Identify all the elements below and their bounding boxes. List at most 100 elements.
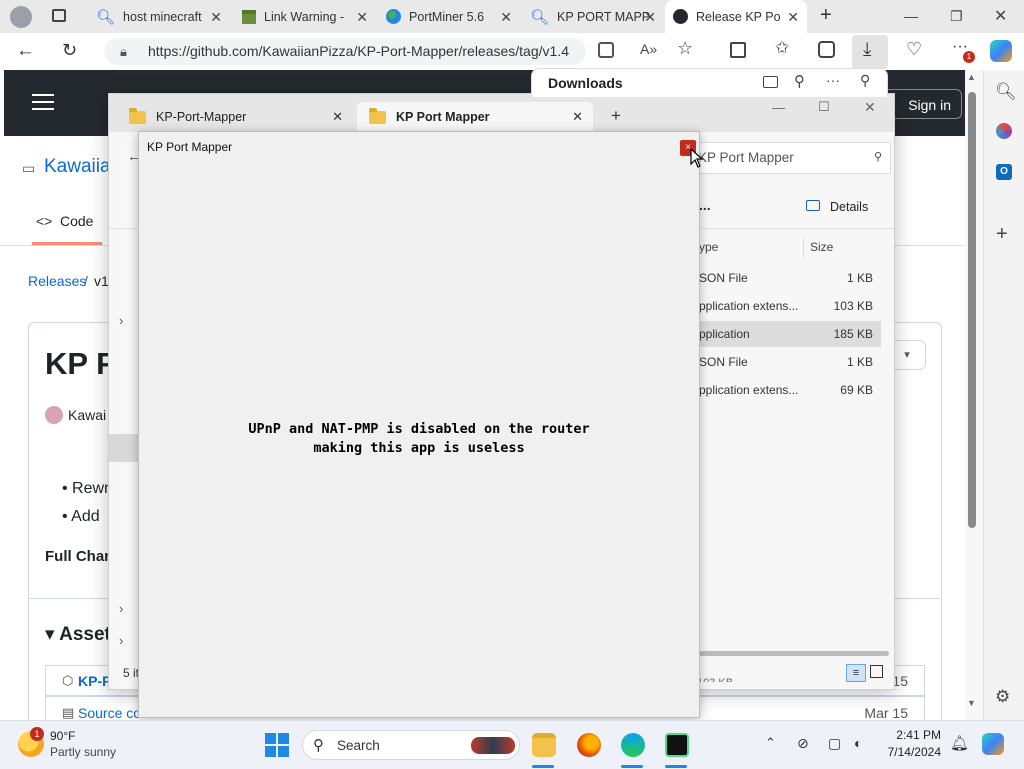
horizontal-scrollbar[interactable]	[699, 651, 889, 656]
window-close-button[interactable]: ✕	[994, 6, 1007, 26]
browser-essentials-icon[interactable]: ♡	[906, 39, 922, 60]
sidebar-add-icon[interactable]: +	[996, 223, 1008, 246]
windows-start-icon[interactable]	[265, 733, 289, 757]
refresh-icon[interactable]: ↻	[62, 40, 77, 61]
weather-temp[interactable]: 90°F	[50, 729, 75, 743]
tab-close-icon[interactable]: ✕	[644, 9, 656, 26]
explorer-tab-close-icon[interactable]: ✕	[332, 109, 343, 125]
release-title: KP P	[45, 346, 117, 381]
browser-tab-1[interactable]: 🔍︎ host minecraft ✕	[88, 0, 230, 33]
downloads-button[interactable]: ⤓	[852, 35, 888, 69]
releases-breadcrumb[interactable]: Releases	[28, 273, 86, 289]
column-type-header[interactable]: ype	[699, 240, 718, 254]
tab-close-icon[interactable]: ✕	[787, 9, 799, 26]
firefox-icon[interactable]	[577, 733, 601, 757]
file-type: pplication extens...	[699, 383, 799, 397]
column-divider[interactable]	[803, 238, 804, 258]
bullet-text: Add	[71, 508, 100, 525]
address-bar-row: ← ↻ 🔒︎ https://github.com/KawaiianPizza/…	[0, 33, 1024, 71]
sidebar-search-icon[interactable]: 🔍︎	[995, 82, 1017, 102]
explorer-tab-close-icon[interactable]: ✕	[572, 109, 583, 125]
explorer-new-tab-button[interactable]: +	[611, 106, 621, 126]
minimize-button[interactable]: —	[904, 8, 918, 24]
kp-port-mapper-taskbar-icon[interactable]	[665, 733, 689, 757]
edge-icon[interactable]	[621, 733, 645, 757]
tab-close-icon[interactable]: ✕	[500, 9, 512, 26]
weather-desc[interactable]: Partly sunny	[50, 745, 116, 759]
column-size-header[interactable]: Size	[810, 240, 833, 254]
browser-tab-5-active[interactable]: Release KP Po ✕	[665, 0, 807, 33]
favorites-icon[interactable]: ✩	[775, 38, 789, 58]
profile-avatar[interactable]	[10, 6, 32, 28]
downloads-search-icon[interactable]: ⚲	[794, 72, 805, 90]
explorer-maximize-button[interactable]: ☐	[818, 99, 830, 115]
sidebar-settings-gear-icon[interactable]: ⚙	[995, 687, 1010, 707]
new-tab-button[interactable]: +	[820, 4, 832, 27]
open-folder-icon[interactable]	[763, 76, 778, 88]
favorite-star-icon[interactable]: ☆	[677, 38, 693, 59]
asset-link[interactable]: Source co	[78, 705, 141, 720]
scroll-up-icon[interactable]: ▲	[967, 72, 976, 82]
explorer-tab-2-active[interactable]: KP Port Mapper ✕	[357, 102, 593, 132]
file-row[interactable]: SON File 1 KB	[699, 349, 881, 375]
tray-overflow-chevron-icon[interactable]: ⌃	[765, 735, 776, 751]
sidebar-copilot-icon[interactable]	[996, 123, 1012, 139]
dialog-message-line-1: UPnP and NAT-PMP is disabled on the rout…	[248, 421, 590, 437]
tag-breadcrumb: v1	[94, 273, 109, 289]
details-view-icon[interactable]: ≡	[846, 664, 866, 682]
file-row[interactable]: SON File 1 KB	[699, 265, 881, 291]
tab-close-icon[interactable]: ✕	[356, 9, 368, 26]
pin-icon[interactable]: ⚲	[860, 72, 870, 89]
copilot-taskbar-icon[interactable]	[982, 733, 1004, 755]
url-input[interactable]: 🔒︎ https://github.com/KawaiianPizza/KP-P…	[104, 38, 586, 65]
file-row[interactable]: pplication extens... 69 KB	[699, 377, 881, 403]
assets-heading[interactable]: ▾ Asset	[45, 623, 111, 646]
file-row-selected[interactable]: pplication 185 KB	[699, 321, 881, 347]
page-scrollbar-thumb[interactable]	[968, 92, 976, 528]
author-name[interactable]: Kawai	[68, 407, 106, 423]
repo-owner-link[interactable]: Kawaiia	[44, 156, 111, 178]
hamburger-menu-icon[interactable]	[32, 94, 54, 96]
nav-expand-chevron-icon[interactable]: ›	[119, 633, 123, 648]
explorer-close-button[interactable]: ✕	[864, 99, 876, 116]
weather-badge: 1	[30, 727, 44, 741]
file-explorer-taskbar-icon[interactable]	[532, 733, 556, 757]
asset-link[interactable]: KP-P	[78, 673, 111, 689]
nav-expand-chevron-icon[interactable]: ›	[119, 313, 123, 328]
code-tab[interactable]: Code	[60, 213, 93, 229]
tab-close-icon[interactable]: ✕	[210, 9, 222, 26]
explorer-tab-1[interactable]: KP-Port-Mapper ✕	[117, 102, 353, 132]
clock-time[interactable]: 2:41 PM	[885, 728, 941, 742]
clock-date[interactable]: 7/14/2024	[881, 745, 941, 759]
copilot-icon[interactable]	[990, 40, 1012, 62]
explorer-minimize-button[interactable]: —	[772, 100, 785, 115]
notification-bell-icon[interactable]: 🔔︎	[950, 734, 969, 752]
downloads-more-icon[interactable]: ···	[826, 72, 840, 88]
details-button[interactable]: Details	[830, 200, 868, 214]
browser-tab-4[interactable]: 🔍︎ KP PORT MAPP ✕	[522, 0, 664, 33]
taskbar-search-box[interactable]: ⚲ Search	[302, 730, 520, 760]
file-row[interactable]: pplication extens... 103 KB	[699, 293, 881, 319]
nav-pane-selected-item[interactable]	[109, 434, 139, 462]
full-changelog[interactable]: Full Char	[45, 548, 110, 565]
lock-icon[interactable]: 🔒︎	[120, 38, 127, 65]
collections-icon[interactable]	[818, 41, 835, 58]
volume-icon[interactable]: ◐	[854, 735, 862, 751]
tiles-view-icon[interactable]	[870, 665, 883, 678]
tab-actions-icon[interactable]	[52, 9, 66, 22]
browser-tab-2[interactable]: Link Warning - ✕	[234, 0, 376, 33]
explorer-search-box[interactable]: KP Port Mapper ⚲	[698, 142, 891, 174]
nav-expand-chevron-icon[interactable]: ›	[119, 601, 123, 616]
browser-tab-3[interactable]: PortMiner 5.6 ✕	[378, 0, 520, 33]
network-status-icon[interactable]: ⊘	[797, 735, 809, 752]
explorer-more-options[interactable]: ...	[699, 197, 711, 213]
back-arrow-icon[interactable]: ←	[16, 40, 35, 62]
restore-button[interactable]: ❐	[950, 8, 963, 25]
scroll-down-icon[interactable]: ▼	[967, 698, 976, 708]
read-aloud-icon[interactable]: A»	[640, 41, 657, 57]
split-screen-icon[interactable]	[730, 42, 746, 58]
app-available-icon[interactable]	[598, 42, 614, 58]
display-icon[interactable]: ▢	[828, 735, 841, 752]
bullet-text: Rewr	[72, 480, 110, 497]
outlook-icon[interactable]: O	[996, 164, 1012, 180]
